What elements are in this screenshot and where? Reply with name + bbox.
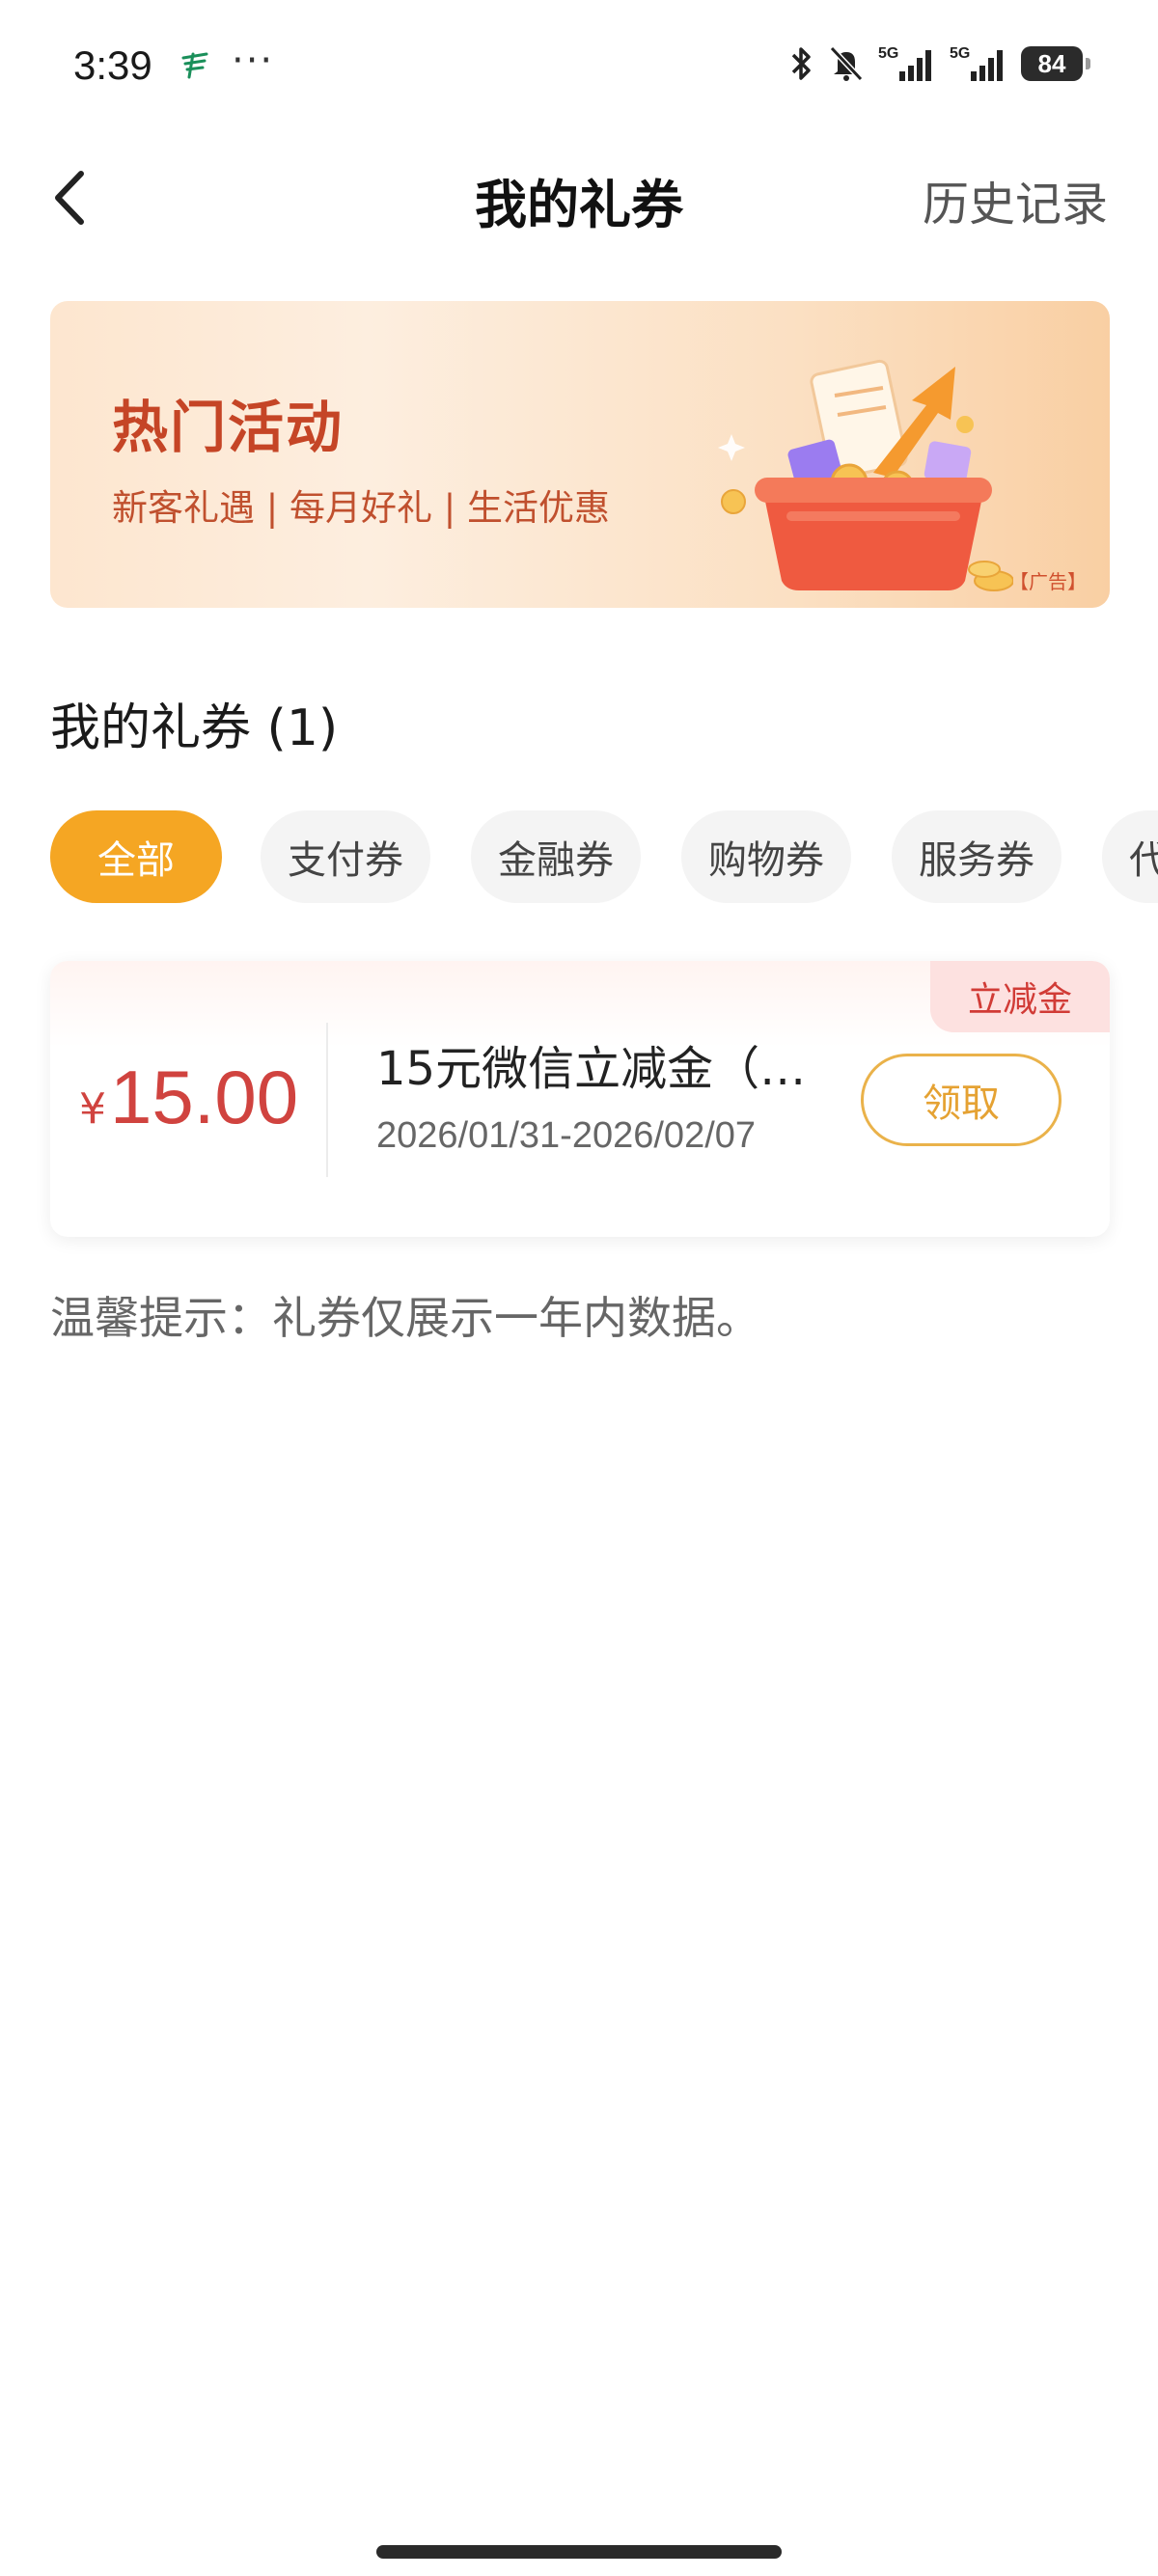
history-link[interactable]: 历史记录 xyxy=(923,166,1108,233)
claim-button[interactable]: 领取 xyxy=(861,1054,1062,1146)
tab-payment[interactable]: 支付券 xyxy=(261,810,430,903)
status-bar: 3:39 ··· 5G 5G 84 xyxy=(0,0,1158,135)
status-time: 3:39 xyxy=(73,42,152,88)
coupon-card[interactable]: 立减金 ¥ 15.00 15元微信立减金（… 2026/01/31-2026/0… xyxy=(50,961,1110,1237)
tab-voucher[interactable]: 代 xyxy=(1102,810,1158,903)
banner-title: 热门活动 xyxy=(112,395,345,460)
section-title: 我的礼券 (1) xyxy=(50,699,339,757)
coupon-category-tabs: 全部 支付券 金融券 购物券 服务券 代 xyxy=(50,810,1158,903)
battery-icon: 84 xyxy=(1021,46,1090,81)
battery-level: 84 xyxy=(1037,48,1066,78)
coupon-validity: 2026/01/31-2026/02/07 xyxy=(376,1115,757,1156)
ad-label: 【广告】 xyxy=(1009,570,1087,593)
coupon-amount: ¥ 15.00 xyxy=(79,1054,298,1150)
status-icons: 5G 5G 84 xyxy=(787,44,1090,83)
banner-subtitle: 新客礼遇 | 每月好礼 | 生活优惠 xyxy=(112,487,610,529)
coupon-divider xyxy=(326,1023,328,1177)
more-notifications-icon: ··· xyxy=(232,39,275,83)
network-type-label: 5G xyxy=(878,45,898,62)
tab-shopping[interactable]: 购物券 xyxy=(681,810,851,903)
tab-service[interactable]: 服务券 xyxy=(892,810,1062,903)
bluetooth-icon xyxy=(791,47,811,80)
mute-icon xyxy=(829,45,864,82)
promo-banner[interactable]: 热门活动 新客礼遇 | 每月好礼 | 生活优惠 【广告】 xyxy=(50,301,1110,608)
signal-icon: 5G xyxy=(950,45,1003,81)
home-indicator[interactable] xyxy=(376,2545,782,2559)
coupon-name: 15元微信立减金（… xyxy=(376,1042,807,1096)
network-type-label: 5G xyxy=(950,45,970,62)
app-notification-icon xyxy=(181,52,208,79)
tip-text: 温馨提示：礼券仅展示一年内数据。 xyxy=(50,1292,760,1344)
currency-symbol: ¥ xyxy=(79,1084,106,1134)
tab-all[interactable]: 全部 xyxy=(50,810,222,903)
coupon-value: 15.00 xyxy=(110,1055,299,1139)
signal-icon: 5G xyxy=(878,45,931,81)
tab-finance[interactable]: 金融券 xyxy=(471,810,641,903)
coupon-type-badge: 立减金 xyxy=(930,961,1110,1032)
gift-basket-icon xyxy=(718,359,1013,591)
